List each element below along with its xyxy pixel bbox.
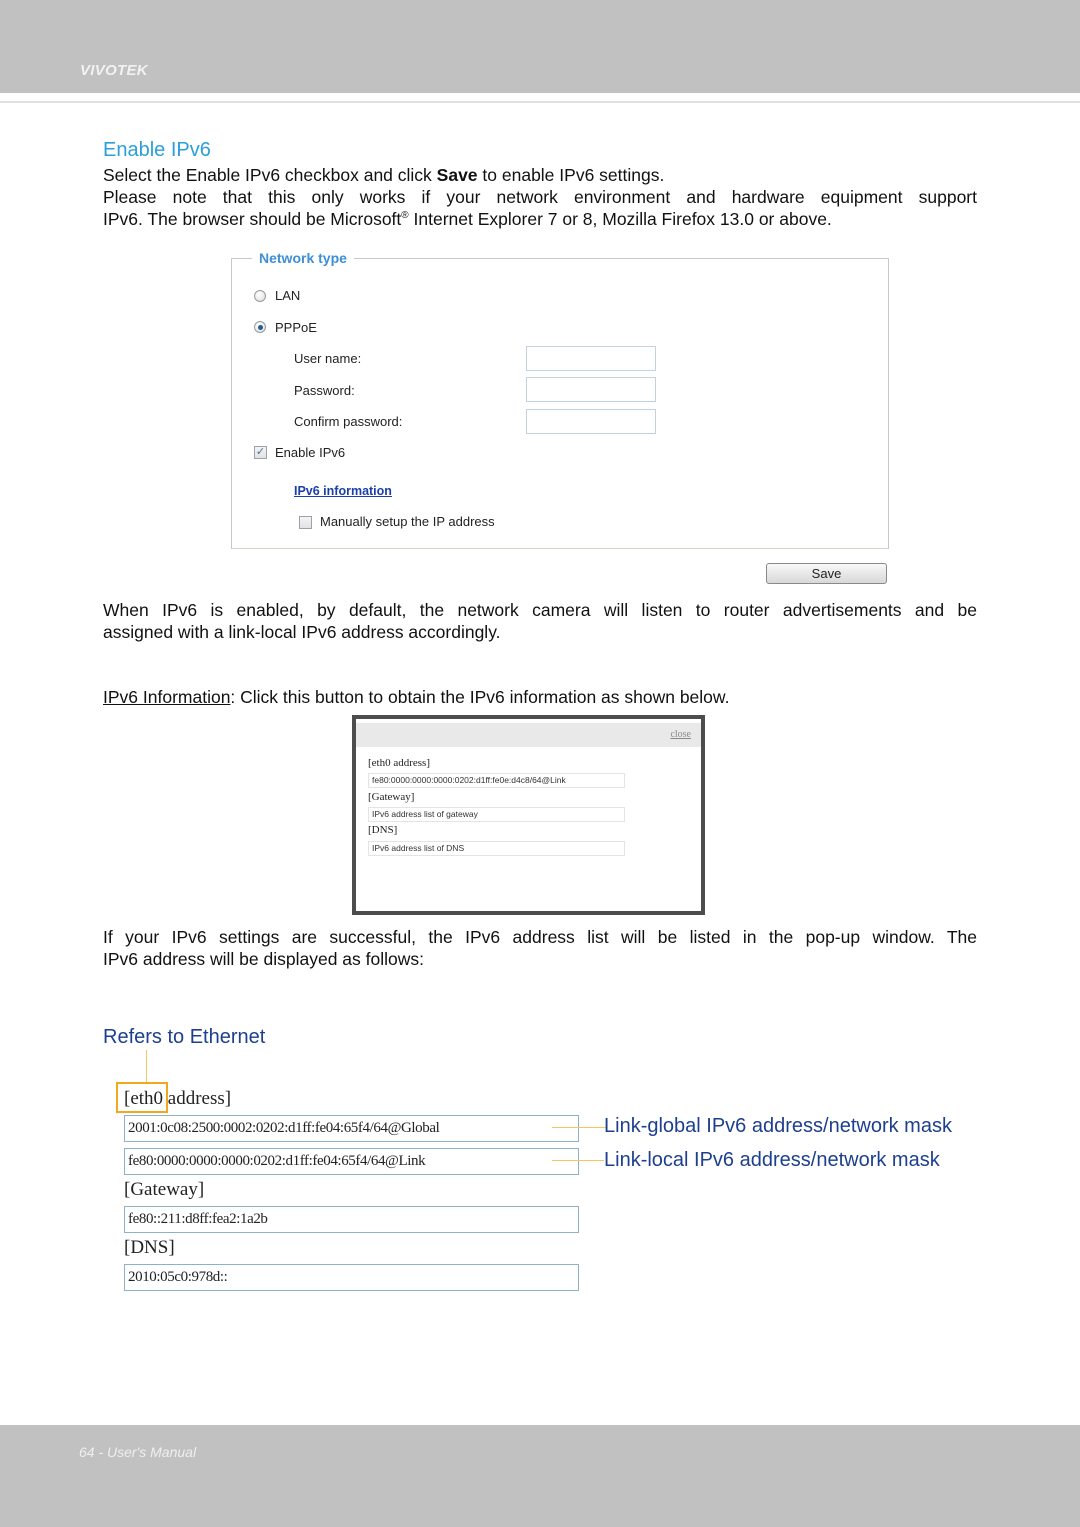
note-line-1: Please note that this only works if your…	[103, 187, 977, 207]
dns-address-field: 2010:05c0:978d::	[124, 1264, 579, 1291]
password-input[interactable]	[526, 377, 656, 402]
eth0-label: [eth0	[124, 1088, 164, 1109]
success-line-1: If your IPv6 settings are successful, th…	[103, 927, 977, 947]
header-band	[0, 0, 1080, 93]
radio-lan[interactable]	[254, 290, 266, 302]
radio-pppoe[interactable]	[254, 321, 266, 333]
intro-paragraph: Select the Enable IPv6 checkbox and clic…	[103, 165, 977, 187]
ipv6-information-link[interactable]: IPv6 information	[294, 484, 392, 498]
popup-dns-heading: [DNS]	[368, 824, 398, 836]
save-button[interactable]: Save	[766, 563, 887, 584]
password-label: Password:	[294, 383, 355, 398]
ipv6-enabled-paragraph: When IPv6 is enabled, by default, the ne…	[103, 600, 977, 643]
address-label: address]	[163, 1088, 232, 1109]
note-line-2: IPv6. The browser should be Microsoft® I…	[103, 209, 977, 231]
popup-dns-field: IPv6 address list of DNS	[368, 841, 625, 856]
gateway-heading: [Gateway]	[124, 1179, 205, 1200]
popup-gateway-heading: [Gateway]	[368, 791, 415, 803]
popup-eth0-field: fe80:0000:0000:0000:0202:d1ff:fe0e:d4c8/…	[368, 773, 625, 788]
enabled-line-1: When IPv6 is enabled, by default, the ne…	[103, 600, 977, 620]
ipv6-success-paragraph: If your IPv6 settings are successful, th…	[103, 927, 977, 970]
ipv6-information-term: IPv6 Information	[103, 687, 231, 707]
enable-ipv6-checkbox[interactable]: ✓	[254, 446, 267, 459]
popup-close-link[interactable]: close	[670, 729, 691, 740]
footer-band	[0, 1425, 1080, 1527]
ipv6-info-paragraph: IPv6 Information: Click this button to o…	[103, 687, 977, 709]
brand-logo: VIVOTEK	[80, 62, 148, 79]
link-local-address-field: fe80:0000:0000:0000:0202:d1ff:fe04:65f4/…	[124, 1148, 579, 1175]
manual-setup-label: Manually setup the IP address	[320, 514, 495, 529]
confirm-password-input[interactable]	[526, 409, 656, 434]
registered-mark: ®	[401, 209, 409, 221]
network-type-legend: Network type	[252, 250, 354, 266]
success-line-2: IPv6 address will be displayed as follow…	[103, 948, 424, 969]
username-label: User name:	[294, 351, 362, 366]
callout-line-global	[552, 1127, 606, 1128]
note-paragraph: Please note that this only works if your…	[103, 187, 977, 230]
enabled-line-2: assigned with a link-local IPv6 address …	[103, 621, 501, 642]
callout-line-vertical	[146, 1050, 147, 1083]
radio-pppoe-label: PPPoE	[275, 320, 317, 335]
annotation-link-global: Link-global IPv6 address/network mask	[604, 1115, 952, 1137]
refers-to-ethernet-callout: Refers to Ethernet	[103, 1026, 266, 1048]
gateway-address-field: fe80::211:d8ff:fea2:1a2b	[124, 1206, 579, 1233]
global-address-field: 2001:0c08:2500:0002:0202:d1ff:fe04:65f4/…	[124, 1115, 579, 1142]
radio-lan-label: LAN	[275, 288, 301, 303]
callout-line-local	[552, 1160, 604, 1161]
intro-text-pre: Select the Enable IPv6 checkbox and clic…	[103, 165, 437, 185]
popup-gateway-field: IPv6 address list of gateway	[368, 807, 625, 822]
popup-title-bar: close	[356, 723, 701, 747]
section-title-enable-ipv6: Enable IPv6	[103, 139, 211, 161]
eth0-address-heading: [eth0 address]	[124, 1088, 231, 1110]
note-line-2-pre: IPv6. The browser should be Microsoft	[103, 208, 402, 229]
header-divider	[0, 101, 1080, 103]
ipv6-info-popup-screenshot: close [eth0 address] fe80:0000:0000:0000…	[352, 715, 705, 915]
dns-heading: [DNS]	[124, 1237, 175, 1258]
ipv6-info-rest: : Click this button to obtain the IPv6 i…	[230, 687, 730, 707]
enable-ipv6-label: Enable IPv6	[275, 445, 346, 460]
note-line-2-post: Internet Explorer 7 or 8, Mozilla Firefo…	[408, 208, 832, 229]
confirm-password-label: Confirm password:	[294, 414, 403, 429]
manual-setup-checkbox[interactable]	[299, 516, 312, 529]
page-number-footer: 64 - User's Manual	[79, 1444, 197, 1460]
popup-eth0-heading: [eth0 address]	[368, 757, 431, 769]
intro-text-post: to enable IPv6 settings.	[477, 165, 665, 185]
network-type-panel	[231, 258, 889, 549]
intro-text-bold: Save	[436, 165, 478, 185]
annotation-link-local: Link-local IPv6 address/network mask	[604, 1149, 940, 1171]
username-input[interactable]	[526, 346, 656, 371]
